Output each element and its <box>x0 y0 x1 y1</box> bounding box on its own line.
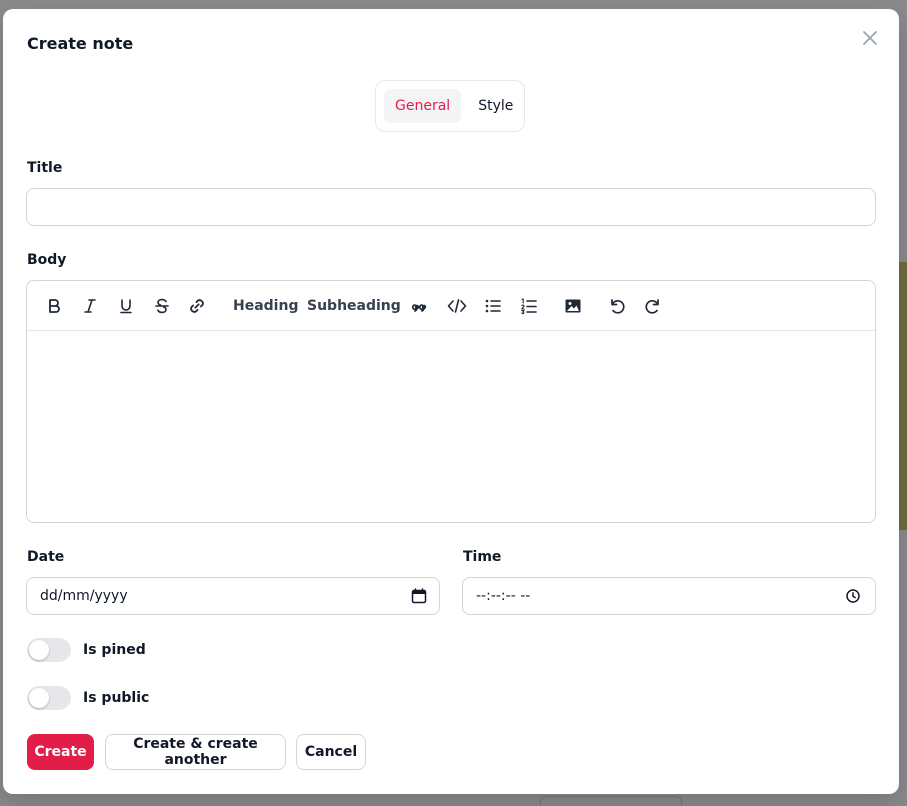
image-button[interactable] <box>562 293 584 319</box>
undo-icon <box>611 299 625 314</box>
is-pinned-label: Is pined <box>83 642 146 658</box>
body-label: Body <box>27 252 67 268</box>
body-editor: Heading Subheading <box>26 280 876 523</box>
ordered-list-button[interactable] <box>518 293 540 319</box>
close-icon <box>863 31 877 45</box>
redo-icon <box>645 299 659 314</box>
underline-button[interactable] <box>115 293 137 319</box>
italic-icon <box>84 299 96 313</box>
backdrop-element <box>540 796 682 806</box>
editor-toolbar: Heading Subheading <box>27 281 875 331</box>
is-public-toggle[interactable] <box>27 686 71 710</box>
modal-title: Create note <box>27 34 134 53</box>
code-icon <box>447 299 467 313</box>
link-button[interactable] <box>185 293 209 319</box>
tab-general[interactable]: General <box>384 89 462 123</box>
title-input[interactable] <box>26 188 876 226</box>
create-button[interactable]: Create <box>27 734 94 770</box>
strikethrough-button[interactable] <box>151 293 173 319</box>
body-editor-content[interactable] <box>27 331 875 522</box>
italic-button[interactable] <box>79 293 101 319</box>
subheading-button[interactable]: Subheading <box>307 293 401 319</box>
underline-icon <box>120 299 132 314</box>
time-label: Time <box>463 549 502 565</box>
bullet-list-icon <box>485 299 501 313</box>
blockquote-button[interactable] <box>410 293 432 319</box>
cancel-button[interactable]: Cancel <box>296 734 366 770</box>
redo-button[interactable] <box>642 293 664 319</box>
tab-bar: General Style <box>375 80 525 132</box>
create-another-button[interactable]: Create & create another <box>105 734 286 770</box>
toggle-knob <box>29 640 49 660</box>
code-button[interactable] <box>445 293 469 319</box>
time-placeholder: --:--:-- -- <box>476 588 531 604</box>
is-public-label: Is public <box>83 690 150 706</box>
close-button[interactable] <box>859 27 881 49</box>
bullet-list-button[interactable] <box>482 293 504 319</box>
tab-style[interactable]: Style <box>467 89 524 123</box>
link-icon <box>190 299 204 313</box>
time-input[interactable]: --:--:-- -- <box>462 577 876 615</box>
title-label: Title <box>27 160 63 176</box>
is-pinned-toggle[interactable] <box>27 638 71 662</box>
undo-button[interactable] <box>606 293 628 319</box>
bold-icon <box>49 299 60 313</box>
date-label: Date <box>27 549 65 565</box>
blockquote-icon <box>412 304 427 312</box>
calendar-icon[interactable] <box>411 588 427 604</box>
create-note-modal: Create note General Style Title Body Hea… <box>3 9 899 794</box>
bold-button[interactable] <box>43 293 65 319</box>
toggle-knob <box>29 688 49 708</box>
strikethrough-icon <box>155 298 169 314</box>
date-placeholder: dd/mm/yyyy <box>40 588 128 604</box>
date-input[interactable]: dd/mm/yyyy <box>26 577 440 615</box>
ordered-list-icon <box>521 298 537 315</box>
clock-icon[interactable] <box>845 588 861 604</box>
image-icon <box>565 299 581 313</box>
heading-button[interactable]: Heading <box>233 293 298 319</box>
